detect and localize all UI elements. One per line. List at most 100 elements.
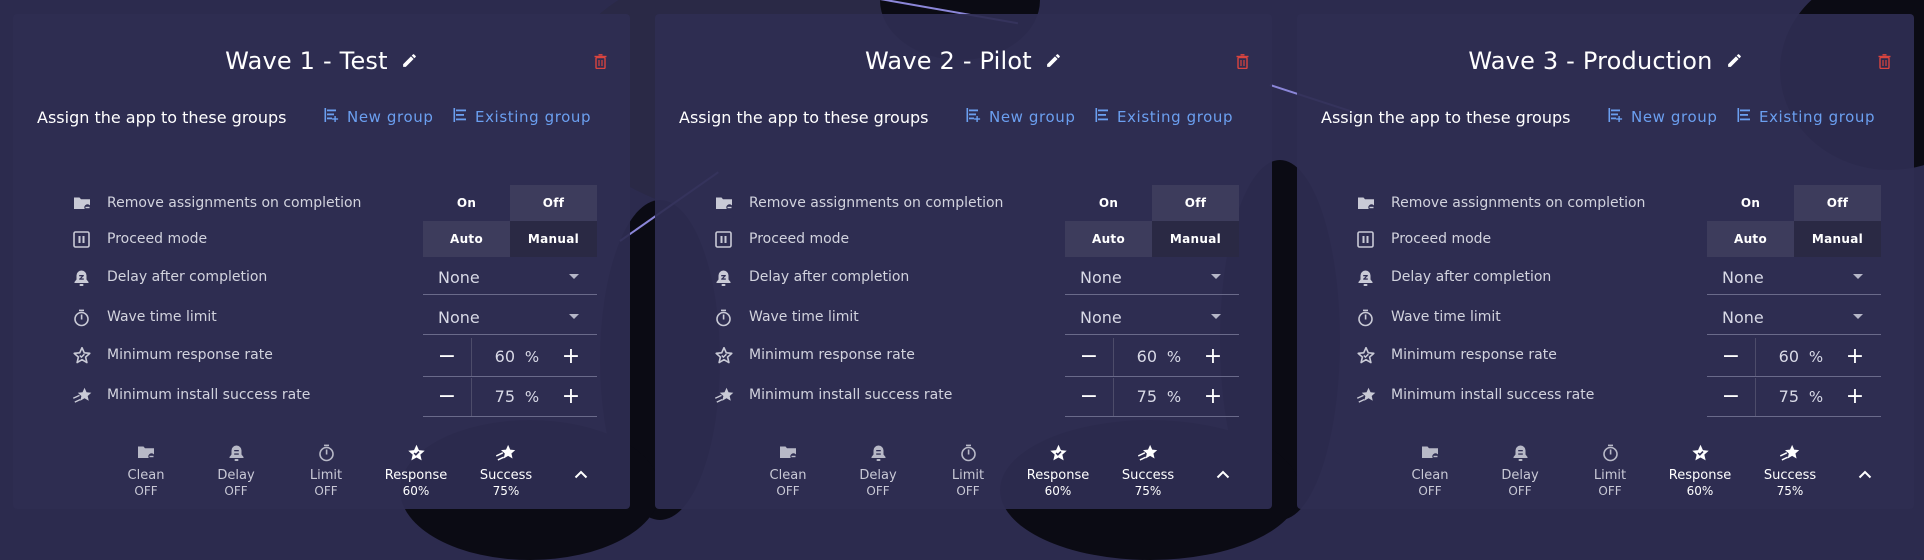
existing-group-icon	[1737, 108, 1751, 126]
delay-after-completion-select[interactable]: None	[1707, 259, 1881, 295]
proceed-auto-option[interactable]: Auto	[1065, 221, 1152, 257]
proceed-manual-option[interactable]: Manual	[1794, 221, 1881, 257]
chevron-down-icon	[569, 274, 579, 279]
proceed-mode-label: Proceed mode	[749, 231, 850, 247]
existing-group-button[interactable]: Existing group	[453, 108, 591, 126]
proceed-auto-option[interactable]: Auto	[423, 221, 510, 257]
increment-button[interactable]: +	[1189, 338, 1237, 376]
shooting-star-icon	[72, 387, 92, 405]
delay-after-completion-value: None	[438, 268, 480, 287]
new-group-label: New group	[989, 108, 1076, 126]
wave-summary: Clean OFF Delay OFF Limit OFF Response 6…	[743, 444, 1183, 504]
summary-clean-value: OFF	[776, 484, 800, 498]
remove-on-option[interactable]: On	[423, 185, 510, 221]
remove-assignments-toggle: On Off	[1707, 185, 1881, 221]
new-group-button[interactable]: New group	[966, 108, 1075, 126]
increment-button[interactable]: +	[547, 338, 595, 376]
wave-time-limit-value: None	[438, 308, 480, 327]
decrement-button[interactable]: −	[423, 338, 471, 376]
remove-on-option[interactable]: On	[1065, 185, 1152, 221]
assign-groups-text: Assign the app to these groups	[679, 108, 929, 127]
setting-min-response-rate: Minimum response rate − 60 % +	[705, 337, 1239, 377]
increment-button[interactable]: +	[1831, 338, 1879, 376]
increment-button[interactable]: +	[1831, 378, 1879, 416]
summary-clean-label: Clean	[1411, 468, 1449, 483]
setting-proceed-mode: Proceed mode Auto Manual	[1347, 221, 1881, 259]
folder-remove-icon	[715, 195, 733, 213]
min-response-rate-stepper: − 60 % +	[1707, 337, 1881, 377]
decrement-button[interactable]: −	[1065, 378, 1113, 416]
setting-wave-time-limit: Wave time limit None	[705, 299, 1239, 337]
new-group-icon	[966, 108, 981, 126]
remove-off-option[interactable]: Off	[510, 185, 597, 221]
existing-group-button[interactable]: Existing group	[1095, 108, 1233, 126]
decrement-button[interactable]: −	[1707, 378, 1755, 416]
summary-success-label: Success	[1121, 468, 1175, 483]
summary-response: Response 60%	[1655, 444, 1745, 498]
proceed-mode-toggle: Auto Manual	[423, 221, 597, 257]
decrement-button[interactable]: −	[1065, 338, 1113, 376]
min-response-rate-label: Minimum response rate	[1391, 347, 1557, 363]
summary-delay: Delay OFF	[191, 444, 281, 498]
chevron-up-icon[interactable]	[574, 464, 588, 483]
delay-after-completion-select[interactable]: None	[423, 259, 597, 295]
min-response-rate-value[interactable]: 60	[1113, 337, 1159, 376]
setting-proceed-mode: Proceed mode Auto Manual	[705, 221, 1239, 259]
remove-off-option[interactable]: Off	[1152, 185, 1239, 221]
delay-after-completion-select[interactable]: None	[1065, 259, 1239, 295]
edit-pencil-icon[interactable]	[401, 52, 418, 73]
new-group-label: New group	[347, 108, 434, 126]
increment-button[interactable]: +	[1189, 378, 1237, 416]
min-response-rate-stepper: − 60 % +	[1065, 337, 1239, 377]
summary-limit-value: OFF	[314, 484, 338, 498]
star-check-icon	[1357, 346, 1375, 365]
proceed-manual-option[interactable]: Manual	[510, 221, 597, 257]
remove-assignments-label: Remove assignments on completion	[749, 195, 1004, 211]
wave-time-limit-select[interactable]: None	[423, 299, 597, 335]
percent-sign: %	[1808, 387, 1824, 406]
summary-success-label: Success	[479, 468, 533, 483]
shooting-star-icon	[1137, 444, 1159, 464]
min-response-rate-value[interactable]: 60	[1755, 337, 1801, 376]
new-group-button[interactable]: New group	[324, 108, 433, 126]
summary-limit: Limit OFF	[281, 444, 371, 498]
star-check-icon	[1049, 444, 1068, 464]
bell-alarm-icon	[228, 444, 245, 464]
delete-trash-icon[interactable]	[594, 54, 607, 73]
wave-time-limit-select[interactable]: None	[1707, 299, 1881, 335]
star-check-icon	[715, 346, 733, 365]
min-response-rate-value[interactable]: 60	[471, 337, 517, 376]
min-install-success-rate-value[interactable]: 75	[1113, 377, 1159, 416]
remove-on-option[interactable]: On	[1707, 185, 1794, 221]
min-install-success-rate-value[interactable]: 75	[471, 377, 517, 416]
edit-pencil-icon[interactable]	[1045, 52, 1062, 73]
chevron-down-icon	[1211, 314, 1221, 319]
new-group-button[interactable]: New group	[1608, 108, 1717, 126]
delete-trash-icon[interactable]	[1236, 54, 1249, 73]
wave-time-limit-value: None	[1722, 308, 1764, 327]
wave-card-2: Wave 2 - Pilot Assign the app to these g…	[655, 14, 1272, 509]
chevron-up-icon[interactable]	[1858, 464, 1872, 483]
bell-alarm-icon	[1357, 269, 1375, 287]
wave-time-limit-select[interactable]: None	[1065, 299, 1239, 335]
setting-wave-time-limit: Wave time limit None	[63, 299, 597, 337]
remove-off-option[interactable]: Off	[1794, 185, 1881, 221]
edit-pencil-icon[interactable]	[1726, 52, 1743, 73]
setting-delay-after-completion: Delay after completion None	[705, 259, 1239, 297]
decrement-button[interactable]: −	[423, 378, 471, 416]
decrement-button[interactable]: −	[1707, 338, 1755, 376]
proceed-manual-option[interactable]: Manual	[1152, 221, 1239, 257]
delay-after-completion-label: Delay after completion	[749, 269, 910, 285]
stopwatch-icon	[1602, 444, 1619, 464]
min-install-success-rate-value[interactable]: 75	[1755, 377, 1801, 416]
shooting-star-icon	[1356, 387, 1376, 405]
delete-trash-icon[interactable]	[1878, 54, 1891, 73]
increment-button[interactable]: +	[547, 378, 595, 416]
proceed-auto-option[interactable]: Auto	[1707, 221, 1794, 257]
summary-delay: Delay OFF	[1475, 444, 1565, 498]
summary-success-label: Success	[1763, 468, 1817, 483]
summary-response-label: Response	[1668, 468, 1732, 483]
existing-group-button[interactable]: Existing group	[1737, 108, 1875, 126]
existing-group-label: Existing group	[475, 108, 592, 126]
chevron-up-icon[interactable]	[1216, 464, 1230, 483]
